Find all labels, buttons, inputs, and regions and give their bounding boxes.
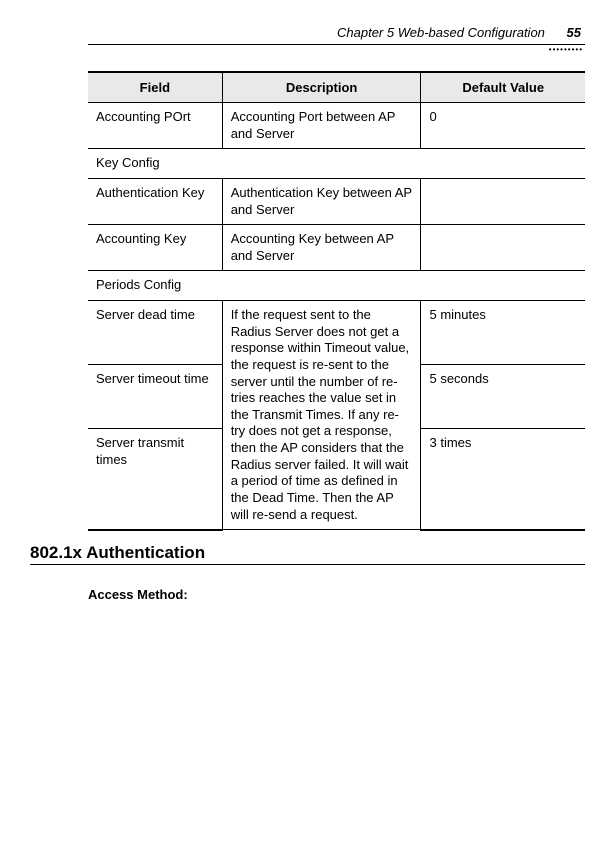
cell-field: Server transmit times <box>88 429 222 530</box>
config-table: Field Description Default Value Accounti… <box>88 71 585 531</box>
cell-default: 3 times <box>421 429 585 530</box>
table-row: Accounting Key Accounting Key between AP… <box>88 225 585 271</box>
page-number: 55 <box>567 25 581 40</box>
cell-desc: Accounting Port between AP and Server <box>222 103 421 149</box>
section-heading: 802.1x Authentication <box>30 543 585 563</box>
table-row: Accounting POrt Accounting Port between … <box>88 103 585 149</box>
section-label: Periods Config <box>88 271 585 301</box>
cell-desc: Authentication Key between AP and Server <box>222 178 421 224</box>
header-rule <box>88 44 585 45</box>
col-description: Description <box>222 72 421 103</box>
table-row: Authentication Key Authentication Key be… <box>88 178 585 224</box>
cell-desc: Accounting Key between AP and Server <box>222 225 421 271</box>
header-dots: ••••••••• <box>30 47 585 53</box>
subheading: Access Method: <box>88 587 585 602</box>
cell-field: Accounting POrt <box>88 103 222 149</box>
chapter-title: Chapter 5 Web-based Configuration <box>337 25 545 40</box>
cell-default <box>421 225 585 271</box>
cell-desc-merged: If the request sent to the Radius Server… <box>222 301 421 530</box>
col-default: Default Value <box>421 72 585 103</box>
cell-field: Server timeout time <box>88 365 222 429</box>
page-header: Chapter 5 Web-based Configuration 55 <box>30 25 585 44</box>
cell-default: 5 minutes <box>421 301 585 365</box>
cell-field: Server dead time <box>88 301 222 365</box>
section-label: Key Config <box>88 149 585 179</box>
table-section-row: Key Config <box>88 149 585 179</box>
cell-default <box>421 178 585 224</box>
table-header-row: Field Description Default Value <box>88 72 585 103</box>
cell-default: 5 seconds <box>421 365 585 429</box>
table-section-row: Periods Config <box>88 271 585 301</box>
col-field: Field <box>88 72 222 103</box>
cell-default: 0 <box>421 103 585 149</box>
cell-field: Accounting Key <box>88 225 222 271</box>
section-rule <box>30 564 585 565</box>
table-row: Server dead time If the request sent to … <box>88 301 585 365</box>
cell-field: Authentication Key <box>88 178 222 224</box>
